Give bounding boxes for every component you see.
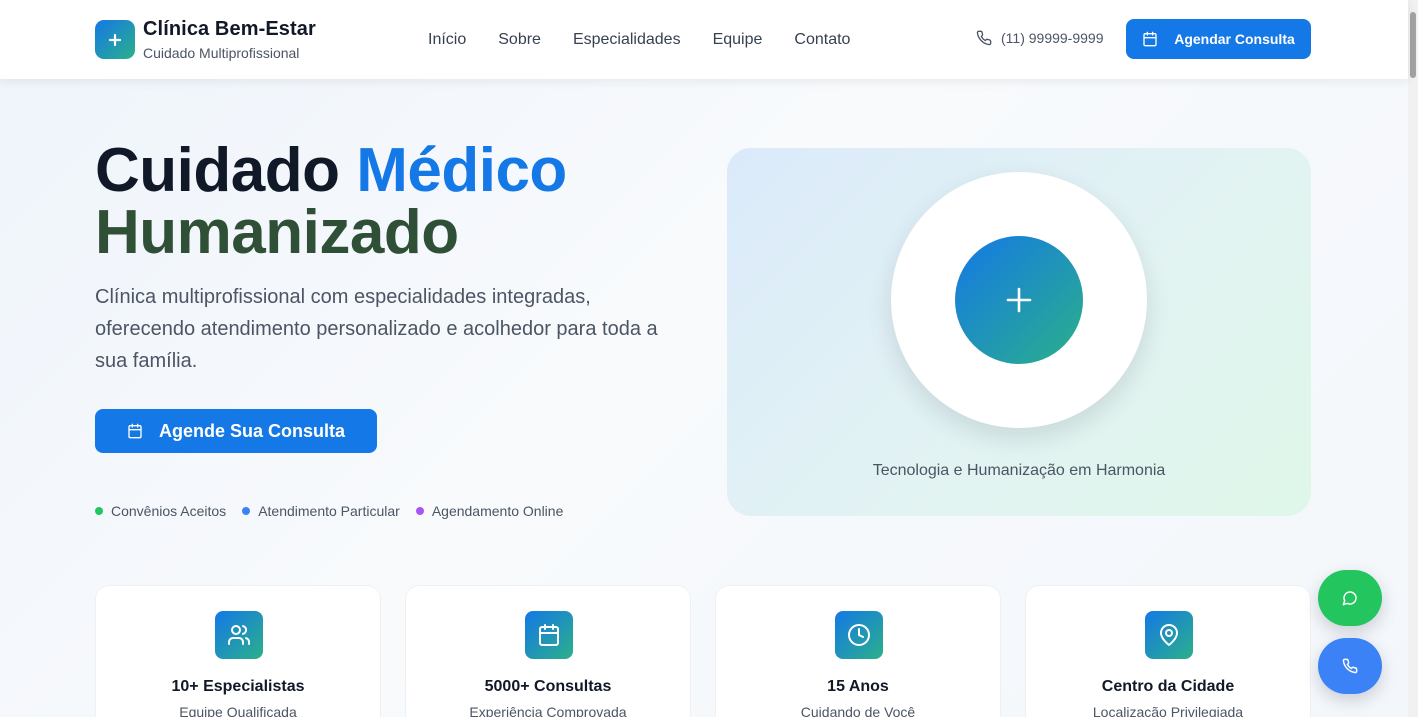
- green-dot-icon: [95, 507, 103, 515]
- tag-label: Convênios Aceitos: [111, 503, 227, 519]
- plus-icon: [108, 33, 122, 46]
- tag-label: Atendimento Particular: [258, 503, 400, 519]
- nav-item-sobre[interactable]: Sobre: [498, 30, 541, 50]
- stat-title: 10+ Especialistas: [171, 678, 305, 695]
- hero-visual-card: Tecnologia e Humanização em Harmonia: [727, 148, 1311, 516]
- brand-logo[interactable]: [95, 20, 135, 59]
- calendar-icon: [1143, 31, 1157, 47]
- nav-item-equipe[interactable]: Equipe: [713, 30, 763, 50]
- main-nav: Início Sobre Especialidades Equipe Conta…: [428, 30, 882, 50]
- whatsapp-button[interactable]: [1318, 570, 1382, 626]
- agendar-consulta-label: Agendar Consulta: [1174, 31, 1295, 47]
- blue-dot-icon: [242, 507, 251, 515]
- stat-card-especialistas: 10+ Especialistas Equipe Qualificada: [95, 585, 381, 717]
- stat-title: 15 Anos: [827, 678, 889, 695]
- stat-card-localizacao: Centro da Cidade Localização Privilegiad…: [1025, 585, 1311, 717]
- nav-item-contato[interactable]: Contato: [794, 30, 850, 50]
- brand-name[interactable]: Clínica Bem-Estar: [143, 18, 316, 41]
- hero-title: Cuidado Médico Humanizado: [95, 140, 567, 264]
- hero-title-part1: Cuidado: [95, 136, 340, 205]
- call-button[interactable]: [1318, 638, 1382, 694]
- tag-label: Agendamento Online: [431, 503, 564, 519]
- hero-tags: Convênios Aceitos Atendimento Particular…: [95, 503, 579, 519]
- scrollbar-thumb[interactable]: [1410, 12, 1416, 78]
- brand-subtitle: Cuidado Multiprofissional: [143, 45, 300, 61]
- calendar-icon: [539, 624, 559, 646]
- plus-icon: [1006, 287, 1032, 313]
- stat-subtitle: Experiência Comprovada: [469, 704, 627, 717]
- phone-number: (11) 99999-9999: [1001, 30, 1104, 46]
- header-phone[interactable]: (11) 99999-9999: [976, 30, 1103, 46]
- agendar-consulta-button[interactable]: Agendar Consulta: [1126, 19, 1311, 59]
- phone-icon: [1342, 658, 1358, 674]
- stat-icon-box: [525, 611, 573, 659]
- stat-card-anos: 15 Anos Cuidando de Você: [715, 585, 1001, 717]
- stat-icon-box: [215, 611, 263, 659]
- stat-subtitle: Localização Privilegiada: [1092, 704, 1244, 717]
- tag-particular: Atendimento Particular: [242, 503, 400, 519]
- nav-item-especialidades[interactable]: Especialidades: [573, 30, 681, 50]
- site-header: Clínica Bem-Estar Cuidado Multiprofissio…: [0, 0, 1408, 79]
- hero-circle: [891, 172, 1147, 428]
- hero-description: Clínica multiprofissional com especialid…: [95, 286, 658, 372]
- users-icon: [228, 625, 251, 645]
- stat-card-consultas: 5000+ Consultas Experiência Comprovada: [405, 585, 691, 717]
- page-scrollbar[interactable]: [1408, 0, 1418, 717]
- stat-icon-box: [835, 611, 883, 659]
- nav-item-inicio[interactable]: Início: [428, 30, 466, 50]
- tag-online: Agendamento Online: [415, 503, 564, 519]
- tag-convenios: Convênios Aceitos: [95, 503, 226, 519]
- stat-title: Centro da Cidade: [1101, 678, 1235, 695]
- phone-icon: [976, 30, 992, 46]
- agende-sua-consulta-label: Agende Sua Consulta: [158, 420, 346, 441]
- hero-visual-caption: Tecnologia e Humanização em Harmonia: [872, 462, 1166, 479]
- stat-subtitle: Cuidando de Você: [800, 704, 916, 717]
- calendar-icon: [128, 423, 142, 439]
- hero-title-accent: Médico: [356, 136, 567, 205]
- hero-plus-badge: [955, 236, 1083, 364]
- stat-title: 5000+ Consultas: [484, 678, 612, 695]
- hero-title-part2: Humanizado: [95, 198, 459, 267]
- map-pin-icon: [1160, 624, 1178, 646]
- agende-sua-consulta-button[interactable]: Agende Sua Consulta: [95, 409, 377, 453]
- stat-subtitle: Equipe Qualificada: [179, 704, 297, 717]
- clock-icon: [848, 624, 870, 646]
- purple-dot-icon: [415, 507, 424, 515]
- stat-icon-box: [1145, 611, 1193, 659]
- chat-icon: [1342, 591, 1357, 606]
